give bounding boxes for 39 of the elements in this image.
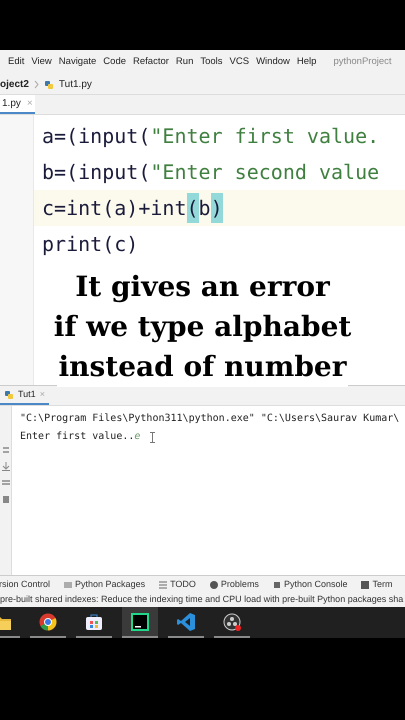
status-message: pre-built shared indexes: Reduce the indexing time and CPU load with pre-built Python packages sha bbox=[0, 593, 404, 606]
terminal-icon bbox=[361, 580, 370, 588]
breadcrumb-item[interactable]: oject2 bbox=[0, 77, 29, 92]
stack-icon bbox=[64, 580, 72, 588]
console-icon bbox=[272, 580, 281, 588]
menu-item[interactable]: Run bbox=[176, 55, 194, 70]
python-file-icon bbox=[44, 80, 54, 90]
recorder-icon bbox=[223, 612, 241, 630]
editor-tab[interactable]: 1.py × bbox=[0, 95, 35, 114]
tool-window-button[interactable]: Python Console bbox=[272, 578, 348, 592]
menu-item[interactable]: Window bbox=[256, 55, 290, 70]
taskbar-button[interactable] bbox=[122, 607, 158, 638]
list-icon bbox=[159, 580, 168, 588]
alert-icon bbox=[210, 580, 218, 588]
text-cursor-icon bbox=[150, 432, 156, 442]
download-icon[interactable] bbox=[2, 462, 10, 471]
menu-item[interactable]: VCS bbox=[230, 55, 250, 70]
trash-icon[interactable] bbox=[2, 495, 10, 503]
menu-item[interactable]: Help bbox=[296, 55, 316, 70]
menu-item[interactable]: Refactor bbox=[133, 55, 169, 70]
tool-window-button[interactable]: Term bbox=[361, 578, 392, 592]
python-icon bbox=[4, 390, 14, 400]
menu-item[interactable]: Edit bbox=[8, 55, 24, 70]
project-title: pythonProject bbox=[333, 55, 392, 70]
tool-window-button[interactable]: Problems bbox=[210, 578, 259, 592]
code-editor-icon bbox=[177, 612, 195, 630]
menu-item[interactable]: Navigate bbox=[58, 55, 96, 70]
breadcrumb-item[interactable]: Tut1.py bbox=[58, 77, 92, 92]
shopping-bag-icon bbox=[85, 612, 103, 630]
tool-window-button[interactable]: Python Packages bbox=[64, 578, 146, 592]
console-line: "C:\Program Files\Python311\python.exe" "C:\Users\Saurav Kumar\ bbox=[20, 412, 400, 426]
tool-window-button[interactable]: TODO bbox=[159, 578, 196, 592]
menu-item[interactable]: View bbox=[31, 55, 52, 70]
browser-icon bbox=[39, 612, 57, 630]
menu-item[interactable]: Code bbox=[103, 55, 126, 70]
console-line: Enter first value..e bbox=[20, 430, 140, 444]
chevron-icon bbox=[34, 80, 39, 89]
ide-icon bbox=[131, 612, 149, 630]
menu-item[interactable]: Tools bbox=[200, 55, 223, 70]
